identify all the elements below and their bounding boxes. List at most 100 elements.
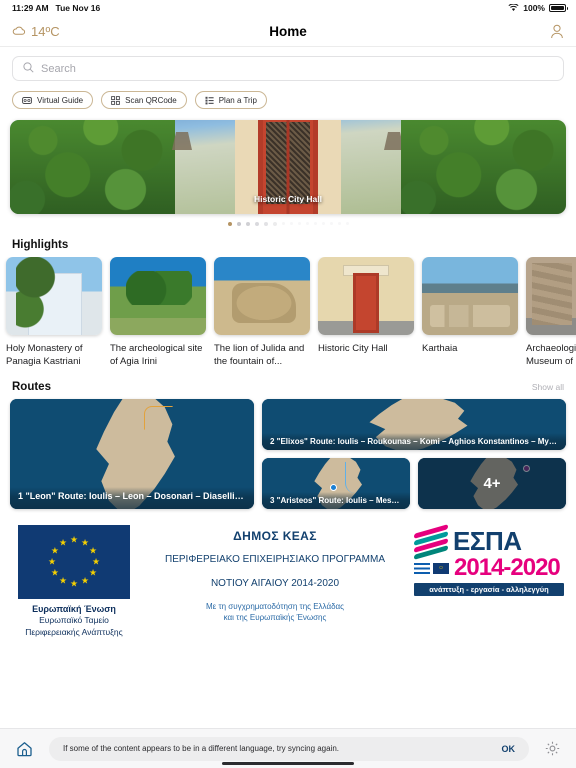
status-time: 11:29 AM xyxy=(12,3,49,13)
city-hall-thumbnail xyxy=(318,257,414,335)
eu-star-icon: ★ xyxy=(50,545,59,556)
status-bar: 11:29 AM Tue Nov 16 100% xyxy=(0,0,576,16)
eu-star-icon: ★ xyxy=(69,578,79,589)
show-all-link[interactable]: Show all xyxy=(532,382,564,392)
section-title: Routes xyxy=(12,381,51,393)
profile-icon[interactable] xyxy=(550,24,564,39)
carousel-dot[interactable] xyxy=(345,222,349,225)
route-card-2[interactable]: 2 "Elixos" Route: Ioulis – Roukounas – K… xyxy=(262,399,566,450)
highlight-card[interactable]: Archaeological Museum of Ke xyxy=(526,257,576,368)
highlights-section-header: Highlights xyxy=(0,226,576,257)
municipality-name: ΔΗΜΟΣ ΚΕΑΣ xyxy=(233,529,317,543)
highlights-row[interactable]: Holy Monastery of Panagia Kastriani The … xyxy=(0,257,576,368)
vr-goggles-icon xyxy=(22,96,32,104)
carousel-dot[interactable] xyxy=(337,222,341,225)
espa-swoosh-icon xyxy=(414,524,448,560)
agia-irini-thumbnail xyxy=(110,257,206,335)
carousel-dot[interactable] xyxy=(313,222,317,225)
sync-toast: If some of the content appears to be in … xyxy=(49,736,529,761)
home-indicator xyxy=(222,762,354,765)
quick-action-chips: Virtual Guide Scan QRCode Plan a Trip xyxy=(0,81,576,109)
routes-section-header: Routes Show all xyxy=(0,368,576,399)
gear-icon[interactable] xyxy=(545,741,560,756)
carousel-dots[interactable] xyxy=(10,214,566,226)
chip-virtual-guide[interactable]: Virtual Guide xyxy=(12,91,94,109)
eu-star-icon: ★ xyxy=(47,556,57,567)
eu-star-icon: ★ xyxy=(58,537,68,548)
chip-scan-qrcode[interactable]: Scan QRCode xyxy=(101,91,187,109)
eu-block: ★ ★ ★ ★ ★ ★ ★ ★ ★ ★ ★ ★ Ευρωπαϊκή Ένωση Ευρωπαϊκό Τ… xyxy=(12,525,136,638)
eu-star-icon: ★ xyxy=(80,575,90,586)
carousel-dot[interactable] xyxy=(263,222,268,226)
battery-full-icon xyxy=(549,4,568,12)
espa-flags-icon xyxy=(414,562,449,574)
carousel-dot[interactable] xyxy=(289,222,293,225)
highlight-card[interactable]: The lion of Julida and the fountain of..… xyxy=(214,257,310,368)
museum-thumbnail xyxy=(526,257,576,335)
carousel-dot[interactable] xyxy=(297,222,301,225)
eu-title: Ευρωπαϊκή Ένωση xyxy=(32,604,116,614)
carousel-dot[interactable] xyxy=(281,222,285,225)
chip-label: Plan a Trip xyxy=(218,95,257,105)
highlight-card-title: Archaeological Museum of Ke xyxy=(526,343,576,367)
search-section xyxy=(0,47,576,81)
search-input[interactable] xyxy=(41,62,553,75)
chip-label: Scan QRCode xyxy=(125,95,177,105)
chip-plan-a-trip[interactable]: Plan a Trip xyxy=(194,91,267,109)
carousel-dot[interactable] xyxy=(321,222,325,225)
espa-years: 2014-2020 xyxy=(454,554,561,581)
funding-banner: ★ ★ ★ ★ ★ ★ ★ ★ ★ ★ ★ ★ Ευρωπαϊκή Ένωση Ευρωπαϊκό Τ… xyxy=(0,509,576,638)
funding-line-1: Με τη συγχρηματοδότηση της Ελλάδας xyxy=(206,602,344,611)
eu-star-icon: ★ xyxy=(50,567,59,578)
carousel-dot-active[interactable] xyxy=(227,222,232,226)
highlight-card-title: Karthaia xyxy=(422,343,458,354)
chip-label: Virtual Guide xyxy=(37,95,84,105)
highlight-card[interactable]: Holy Monastery of Panagia Kastriani xyxy=(6,257,102,368)
espa-tagline: ανάπτυξη - εργασία - αλληλεγγύη xyxy=(414,583,564,596)
routes-grid: 1 "Leon" Route: Ioulis – Leon – Dosonari… xyxy=(0,399,576,509)
carousel-dot[interactable] xyxy=(254,222,259,226)
lion-of-julida-thumbnail xyxy=(214,257,310,335)
wifi-icon xyxy=(508,4,519,12)
battery-percent-label: 100% xyxy=(523,3,545,13)
carousel-dot[interactable] xyxy=(329,222,333,225)
hero-slide[interactable]: Historic City Hall xyxy=(10,120,566,214)
toast-ok-button[interactable]: OK xyxy=(502,744,516,754)
espa-wordmark: ΕΣΠΑ xyxy=(453,526,522,556)
program-block: ΔΗΜΟΣ ΚΕΑΣ ΠΕΡΙΦΕΡΕΙΑΚΟ ΕΠΙΧΕΙΡΗΣΙΑΚΟ ΠΡ… xyxy=(146,525,404,623)
search-icon xyxy=(23,60,34,78)
carousel-dot[interactable] xyxy=(305,222,309,225)
highlight-card[interactable]: Karthaia xyxy=(422,257,518,368)
funding-line-2: και της Ευρωπαϊκής Ένωσης xyxy=(223,613,327,622)
carousel-dot[interactable] xyxy=(272,222,277,226)
monastery-thumbnail xyxy=(6,257,102,335)
carousel-dot[interactable] xyxy=(245,222,250,226)
eu-star-icon: ★ xyxy=(80,537,90,548)
map-pin-icon xyxy=(330,483,338,491)
eu-flag-small-icon xyxy=(433,562,449,574)
toast-message: If some of the content appears to be in … xyxy=(63,744,340,753)
route-card-3[interactable]: 3 "Aristeos" Route: Ioulis – Messaria – … xyxy=(262,458,410,509)
eu-star-icon: ★ xyxy=(58,575,68,586)
carousel-dot[interactable] xyxy=(236,222,241,226)
search-box[interactable] xyxy=(12,56,564,81)
karthaia-thumbnail xyxy=(422,257,518,335)
page-title: Home xyxy=(269,23,307,39)
program-line-1: ΠΕΡΙΦΕΡΕΙΑΚΟ ΕΠΙΧΕΙΡΗΣΙΑΚΟ ΠΡΟΓΡΑΜΜΑ xyxy=(164,554,386,565)
eu-star-icon: ★ xyxy=(91,556,101,567)
route-card-label: 3 "Aristeos" Route: Ioulis – Messaria – … xyxy=(262,492,410,509)
route-card-1[interactable]: 1 "Leon" Route: Ioulis – Leon – Dosonari… xyxy=(10,399,254,509)
highlight-card[interactable]: Historic City Hall xyxy=(318,257,414,368)
home-icon[interactable] xyxy=(16,741,33,757)
highlight-card[interactable]: The archeological site of Agia Irini xyxy=(110,257,206,368)
eu-line-3: Περιφερειακής Ανάπτυξης xyxy=(25,627,123,637)
list-icon xyxy=(205,96,214,105)
eu-star-icon: ★ xyxy=(89,567,98,578)
greek-flag-icon xyxy=(414,562,430,574)
cloud-icon xyxy=(12,24,26,39)
weather-widget[interactable]: 14ºC xyxy=(12,24,60,39)
more-routes-label: 4+ xyxy=(418,458,566,509)
route-card-more[interactable]: 4+ xyxy=(418,458,566,509)
section-title: Highlights xyxy=(12,239,69,251)
qr-scan-icon xyxy=(111,95,120,105)
